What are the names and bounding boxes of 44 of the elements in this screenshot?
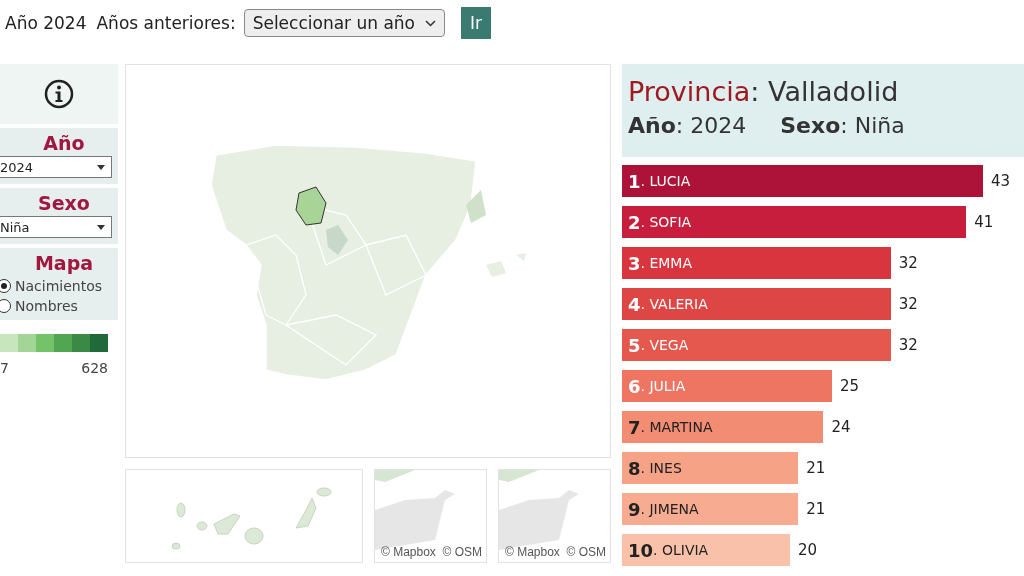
count-value: 32 bbox=[898, 295, 918, 313]
radio-label: Nacimientos bbox=[15, 278, 102, 294]
filter-label: Mapa bbox=[33, 252, 95, 274]
count-value: 20 bbox=[797, 541, 817, 559]
name-bar: 10. OLIVIA bbox=[622, 534, 790, 566]
count-value: 21 bbox=[806, 500, 826, 518]
current-year: Año 2024 bbox=[5, 13, 87, 33]
name-bar: 9. JIMENA bbox=[622, 493, 799, 525]
map-attribution: © Mapbox © OSM bbox=[504, 545, 606, 559]
radio-button[interactable] bbox=[0, 279, 11, 293]
year-summary: Año: 2024 bbox=[628, 113, 747, 138]
radio-label: Nombres bbox=[15, 298, 78, 314]
map-attribution: © Mapbox © OSM bbox=[380, 545, 482, 559]
legend-max: 628 bbox=[81, 360, 108, 376]
count-value: 43 bbox=[991, 172, 1011, 190]
sex-summary: Sexo: Niña bbox=[780, 113, 905, 138]
name-bar: 4. VALERIA bbox=[622, 288, 891, 320]
chevron-icon bbox=[425, 19, 437, 27]
name-bar: 2. SOFIA bbox=[622, 206, 967, 238]
count-value: 32 bbox=[898, 254, 918, 272]
name-bar: 8. INES bbox=[622, 452, 799, 484]
filter-dropdown[interactable]: 2024 bbox=[0, 156, 112, 178]
province-title: Provincia: Valladolid bbox=[628, 76, 900, 107]
count-value: 24 bbox=[831, 418, 851, 436]
legend-min: 7 bbox=[0, 360, 9, 376]
name-bar: 3. EMMA bbox=[622, 247, 891, 279]
filter-label: Sexo bbox=[37, 192, 91, 214]
caret-icon bbox=[97, 164, 105, 170]
name-bar: 1. LUCIA bbox=[622, 165, 983, 197]
filter-dropdown[interactable]: Niña bbox=[0, 216, 112, 238]
name-bar: 7. MARTINA bbox=[622, 411, 824, 443]
filter-label: Año bbox=[42, 132, 86, 154]
count-value: 21 bbox=[806, 459, 826, 477]
count-value: 32 bbox=[898, 336, 918, 354]
info-icon[interactable] bbox=[44, 79, 74, 109]
caret-icon bbox=[97, 224, 105, 230]
count-value: 25 bbox=[839, 377, 859, 395]
previous-years-label: Años anteriores: bbox=[96, 13, 236, 33]
name-bar: 5. VEGA bbox=[622, 329, 891, 361]
name-bar: 6. JULIA bbox=[622, 370, 832, 402]
year-select[interactable]: Seleccionar un año bbox=[243, 9, 446, 37]
count-value: 41 bbox=[974, 213, 994, 231]
radio-button[interactable] bbox=[0, 299, 11, 313]
go-button[interactable]: Ir bbox=[461, 7, 492, 39]
